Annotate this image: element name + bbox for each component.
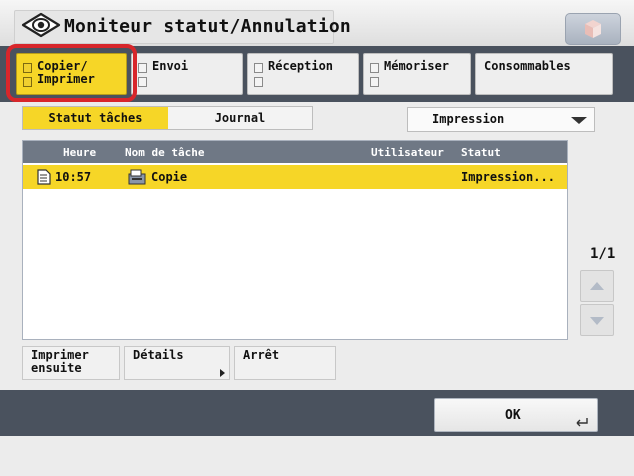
tab-label: Mémoriser — [384, 59, 450, 73]
details-button[interactable]: Détails — [124, 346, 230, 380]
column-header-utilisateur: Utilisateur — [371, 146, 444, 159]
table-header: Heure Nom de tâche Utilisateur Statut — [23, 141, 567, 163]
tab-indicator — [23, 63, 32, 73]
tab-indicator — [23, 77, 32, 87]
tab-indicator — [138, 77, 147, 87]
column-header-heure: Heure — [63, 146, 97, 159]
tab-indicator — [138, 63, 147, 73]
tab-indicator — [254, 77, 263, 87]
button-label: Imprimer ensuite — [31, 348, 89, 375]
tab-envoi[interactable]: Envoi — [131, 53, 243, 95]
scroll-down-icon — [590, 317, 604, 325]
chevron-down-icon — [571, 117, 587, 124]
job-time: 10:57 — [55, 170, 92, 184]
sub-tab-label: Journal — [214, 111, 266, 125]
ok-button[interactable]: OK — [434, 398, 598, 432]
column-header-nom: Nom de tâche — [125, 146, 205, 159]
tab-label: Copier/ Imprimer — [37, 59, 95, 86]
tab-indicator — [370, 63, 379, 73]
sub-tab-label: Statut tâches — [48, 111, 143, 125]
tab-statut-taches[interactable]: Statut tâches — [23, 107, 168, 129]
page-title: Moniteur statut/Annulation — [64, 16, 351, 37]
button-label: Détails — [133, 348, 184, 362]
status-strip — [0, 436, 634, 476]
scroll-up-icon — [590, 282, 604, 290]
job-name: Copie — [151, 170, 188, 184]
tab-indicator — [370, 77, 379, 87]
caret-right-icon — [220, 369, 225, 377]
print-next-button[interactable]: Imprimer ensuite — [22, 346, 120, 380]
corner-menu-button[interactable] — [565, 13, 621, 45]
tab-memoriser[interactable]: Mémoriser — [363, 53, 471, 95]
page-indicator: 1/1 — [590, 246, 616, 262]
tab-reception[interactable]: Réception — [247, 53, 359, 95]
cube-icon — [585, 20, 601, 38]
enter-icon — [576, 418, 588, 427]
dropdown-value: Impression — [432, 112, 505, 126]
button-label: Arrêt — [243, 348, 280, 362]
title-bar: Moniteur statut/Annulation — [0, 0, 634, 46]
column-header-statut: Statut — [461, 146, 501, 159]
tab-label: Réception — [268, 59, 334, 73]
job-status: Impression... — [461, 170, 555, 184]
copy-job-icon — [128, 169, 146, 185]
tab-consommables[interactable]: Consommables — [475, 53, 613, 95]
tab-label: Consommables — [484, 59, 571, 73]
eye-icon — [21, 12, 61, 38]
job-type-dropdown[interactable]: Impression — [407, 107, 595, 132]
sub-tabs: Statut tâches Journal — [22, 106, 313, 130]
job-table: Heure Nom de tâche Utilisateur Statut 10… — [22, 140, 568, 340]
status-monitor-screen: Moniteur statut/Annulation Copier/ Impri… — [0, 0, 634, 476]
scroll-up-button[interactable] — [580, 270, 614, 302]
tab-journal[interactable]: Journal — [168, 107, 312, 129]
stop-button[interactable]: Arrêt — [234, 346, 336, 380]
document-icon — [37, 169, 51, 185]
tab-label: Envoi — [152, 59, 189, 73]
ok-label: OK — [505, 408, 521, 423]
tab-copier-imprimer[interactable]: Copier/ Imprimer — [16, 53, 127, 95]
tab-indicator — [254, 63, 263, 73]
table-row[interactable]: 10:57 Copie Impression... — [23, 165, 567, 189]
scroll-down-button[interactable] — [580, 304, 614, 336]
